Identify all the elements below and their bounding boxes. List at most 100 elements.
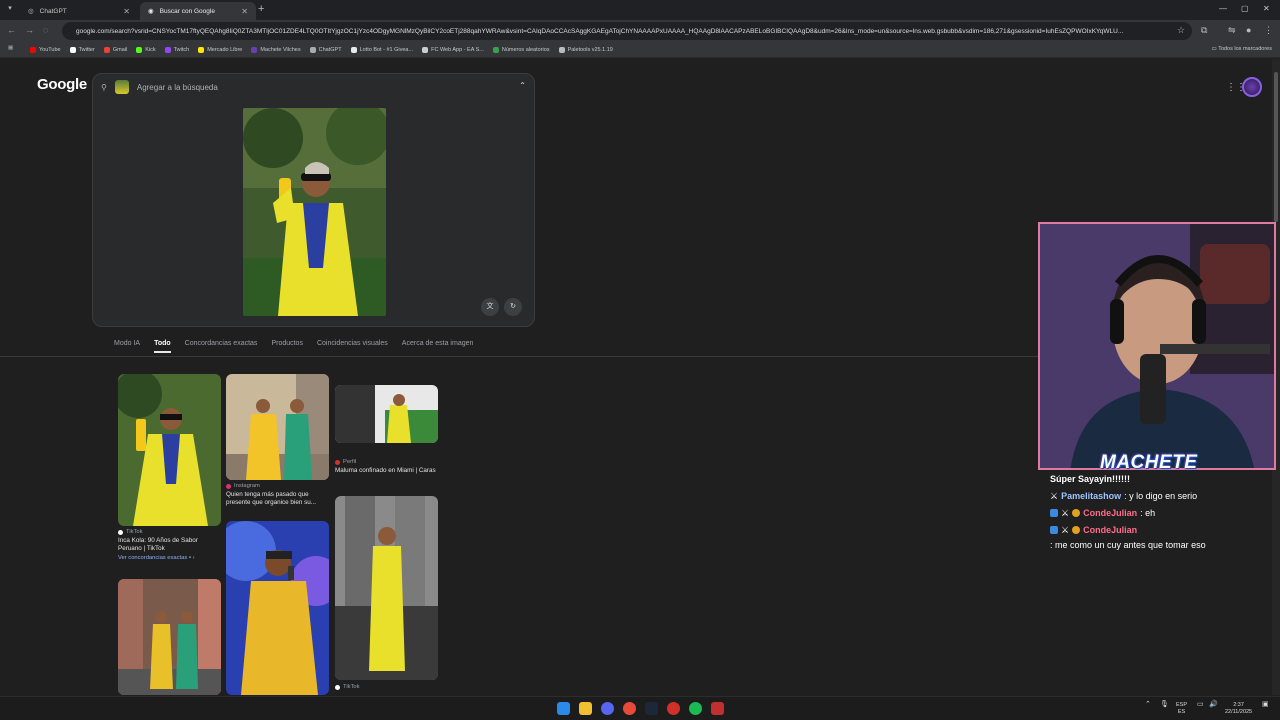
- tab-google-search[interactable]: ◉ Buscar con Google ✕: [140, 2, 256, 20]
- steam-icon[interactable]: [645, 702, 658, 715]
- moderator-badge-icon: [1050, 509, 1058, 517]
- chat-message: ⚔ Pamelitashow : y lo digo en serio: [1050, 491, 1198, 501]
- result-title-3[interactable]: Maluma confinado en Miami | Caras: [335, 467, 438, 476]
- microphone-icon[interactable]: 🎙: [1160, 701, 1169, 709]
- bookmark-gmail[interactable]: Gmail: [103, 46, 127, 53]
- tab-modo-ia[interactable]: Modo IA: [114, 340, 140, 353]
- chat-message: ⚔ CondeJulian : eh: [1050, 507, 1272, 519]
- app-icon[interactable]: [667, 702, 680, 715]
- tab-concordancias-exactas[interactable]: Concordancias exactas: [185, 340, 258, 353]
- stream-chat: Súper Sayayin!!!!!! ⚔ Pamelitashow : y l…: [1050, 473, 1272, 556]
- bookmark-paletools[interactable]: Paletools v25.1.19: [558, 46, 613, 53]
- bookmark-mercado-libre[interactable]: Mercado Libre: [198, 46, 242, 53]
- bookmark-numeros[interactable]: Números aleatorios: [492, 46, 550, 53]
- search-input[interactable]: Agregar a la búsqueda: [137, 83, 218, 92]
- profile-small-icon[interactable]: ●: [1246, 25, 1251, 35]
- result-meta-1: TikTok Inca Kola: 90 Años de Sabor Perua…: [118, 528, 221, 562]
- tab-coincidencias-visuales[interactable]: Coincidencias visuales: [317, 340, 388, 353]
- query-thumbnail[interactable]: [114, 80, 129, 94]
- lens-query-image[interactable]: [243, 108, 386, 316]
- bookmark-kick[interactable]: Kick: [136, 46, 156, 53]
- sword-badge-icon: ⚔: [1061, 525, 1070, 535]
- windows-start-icon[interactable]: [557, 702, 570, 715]
- lotto-icon: [350, 46, 357, 53]
- result-meta-2: Instagram Quien tenga más pasado que pre…: [226, 482, 329, 508]
- chatgpt-favicon-icon: ◎: [28, 8, 34, 15]
- chat-message: ⚔ CondeJulian : me como un cuy antes que…: [1050, 525, 1206, 550]
- back-icon[interactable]: ←: [7, 25, 16, 35]
- maximize-icon[interactable]: ▢: [1241, 4, 1249, 13]
- loading-icon[interactable]: ◌: [43, 25, 48, 35]
- result-image-6[interactable]: [226, 521, 329, 695]
- result-image-1[interactable]: [118, 374, 221, 526]
- bookmark-youtube[interactable]: YouTube: [30, 46, 61, 53]
- result-title-2[interactable]: Quien tenga más pasado que presente que …: [226, 491, 329, 508]
- avatar[interactable]: [1242, 77, 1262, 97]
- clock[interactable]: 2:37 22/11/2025: [1225, 702, 1252, 715]
- extensions-icon[interactable]: ⧉: [1201, 25, 1207, 36]
- rotate-icon[interactable]: ↻: [504, 298, 522, 316]
- scrollbar-thumb[interactable]: [1274, 72, 1278, 222]
- bookmark-twitter[interactable]: Twitter: [69, 46, 95, 53]
- new-tab-icon[interactable]: +: [258, 3, 264, 15]
- language-indicator[interactable]: ESP ES: [1176, 702, 1187, 715]
- bookmark-chatgpt[interactable]: ChatGPT: [309, 46, 342, 53]
- perfil-icon: [335, 459, 340, 465]
- file-explorer-icon[interactable]: [579, 702, 592, 715]
- random-icon: [492, 46, 499, 53]
- sword-badge-icon: ⚔: [1061, 508, 1070, 518]
- all-bookmarks[interactable]: ▭ Todos los marcadores: [1212, 46, 1272, 52]
- result-image-2[interactable]: [226, 374, 329, 480]
- google-logo[interactable]: Google: [37, 76, 87, 93]
- moderator-badge-icon: [1050, 526, 1058, 534]
- streamer-webcam: [1038, 222, 1276, 470]
- notifications-icon[interactable]: ▣: [1262, 701, 1269, 709]
- close-window-icon[interactable]: ✕: [1263, 4, 1270, 13]
- tiktok-icon: [118, 529, 123, 535]
- result-title-1[interactable]: Inca Kola: 90 Años de Sabor Peruano | Ti…: [118, 537, 221, 554]
- spotify-icon[interactable]: [689, 702, 702, 715]
- minimize-icon[interactable]: —: [1219, 4, 1227, 13]
- stream-overlay-name: MACHETE: [1100, 452, 1198, 473]
- volume-icon[interactable]: 🔊: [1209, 701, 1218, 709]
- lens-panel: ⚲ Agregar a la búsqueda ⌃ 文 ↻: [92, 73, 535, 327]
- bookmark-star-icon[interactable]: ☆: [1177, 25, 1185, 36]
- result-image-3[interactable]: [335, 385, 438, 443]
- sidebar-icon[interactable]: ⇋: [1228, 25, 1236, 36]
- url-bar[interactable]: google.com/search?vsrid=CNSYocTM17ftyQEQ…: [62, 22, 1192, 40]
- lens-search-row[interactable]: ⚲ Agregar a la búsqueda ⌃: [93, 74, 536, 100]
- bookmark-twitch[interactable]: Twitch: [164, 46, 189, 53]
- bookmarks-bar: ▦ YouTube Twitter Gmail Kick Twitch Merc…: [0, 42, 1280, 58]
- search-icon: ⚲: [101, 82, 107, 92]
- tab-acerca-de-imagen[interactable]: Acerca de esta imagen: [402, 340, 474, 353]
- discord-icon[interactable]: [601, 702, 614, 715]
- bookmark-lotto-bot[interactable]: Lotto Bot - #1 Givea...: [350, 46, 413, 53]
- close-tab-icon[interactable]: ✕: [241, 7, 248, 16]
- tray-chevron-icon[interactable]: ⌃: [1145, 701, 1151, 709]
- close-tab-icon[interactable]: ✕: [123, 7, 130, 16]
- chevron-up-icon[interactable]: ⌃: [519, 81, 526, 90]
- obs-icon[interactable]: [711, 702, 724, 715]
- tab-chatgpt[interactable]: ◎ ChatGPT ✕: [20, 2, 138, 20]
- network-icon[interactable]: ▭: [1197, 701, 1204, 709]
- bookmark-machete[interactable]: Machete Vilches: [251, 46, 301, 53]
- sub-badge-icon: [1072, 509, 1081, 517]
- apps-grid-icon[interactable]: ▦: [8, 45, 13, 51]
- tab-todo[interactable]: Todo: [154, 340, 171, 353]
- paletools-icon: [558, 46, 565, 53]
- chrome-icon[interactable]: [623, 702, 636, 715]
- x-icon: [69, 46, 76, 53]
- windows-taskbar: ⌃ 🎙 ESP ES ▭ 🔊 2:37 22/11/2025 ▣: [0, 696, 1280, 720]
- result-image-5[interactable]: [118, 579, 221, 695]
- gmail-icon: [103, 46, 110, 53]
- menu-icon[interactable]: ⋮: [1264, 25, 1273, 36]
- result-image-4[interactable]: [335, 496, 438, 680]
- tab-productos[interactable]: Productos: [271, 340, 303, 353]
- translate-icon[interactable]: 文: [481, 298, 499, 316]
- sword-badge-icon: ⚔: [1050, 491, 1059, 501]
- tab-search-chevron-icon[interactable]: ▾: [4, 4, 16, 16]
- exact-matches-link[interactable]: Ver concordancias exactas ▪ ›: [118, 554, 221, 563]
- forward-icon[interactable]: →: [25, 25, 34, 35]
- bookmark-fc-web-app[interactable]: FC Web App - EA S...: [422, 46, 484, 53]
- tiktok-icon: [335, 684, 340, 690]
